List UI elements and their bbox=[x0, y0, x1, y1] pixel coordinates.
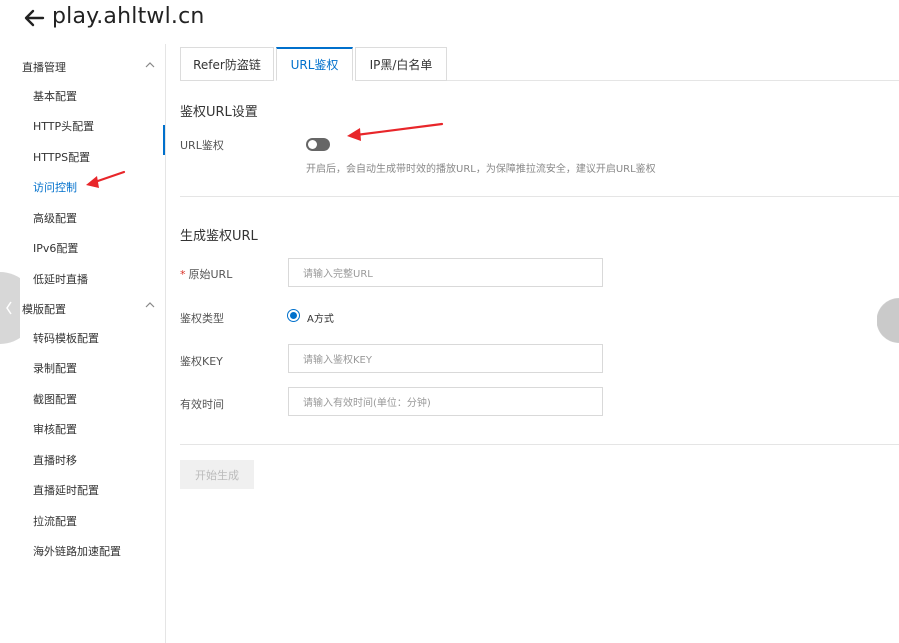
required-mark: * bbox=[180, 268, 186, 281]
page-header: play.ahltwl.cn bbox=[0, 0, 899, 44]
auth-key-label: 鉴权KEY bbox=[180, 355, 223, 368]
tab-url-auth[interactable]: URL鉴权 bbox=[276, 47, 353, 81]
url-auth-hint: 开启后，会自动生成带时效的播放URL，为保障推拉流安全，建议开启URL鉴权 bbox=[306, 164, 656, 175]
sidebar-item-https-config[interactable]: HTTPS配置 bbox=[33, 149, 90, 165]
sidebar-item-basic-config[interactable]: 基本配置 bbox=[33, 88, 77, 104]
url-auth-label: URL鉴权 bbox=[180, 139, 224, 152]
tab-ip-blacklist-whitelist[interactable]: IP黑/白名单 bbox=[355, 47, 447, 81]
original-url-label-text: 原始URL bbox=[188, 268, 233, 281]
annotation-arrow-icon bbox=[347, 122, 444, 141]
sidebar-item-overseas-acceleration[interactable]: 海外链路加速配置 bbox=[33, 543, 121, 559]
chevron-up-icon[interactable] bbox=[145, 300, 155, 310]
toggle-knob bbox=[308, 140, 317, 149]
chevron-up-icon[interactable] bbox=[145, 60, 155, 70]
sidebar-item-delay-config[interactable]: 直播延时配置 bbox=[33, 482, 99, 498]
sidebar-group-template-config[interactable]: 模版配置 bbox=[22, 301, 66, 317]
sidebar-item-ipv6-config[interactable]: IPv6配置 bbox=[33, 240, 78, 256]
valid-time-input[interactable]: 请输入有效时间(单位：分钟) bbox=[288, 387, 603, 416]
scroll-right-handle[interactable] bbox=[877, 298, 899, 343]
section-divider bbox=[180, 196, 899, 197]
sidebar-group-live-management[interactable]: 直播管理 bbox=[22, 59, 66, 75]
auth-type-a-label[interactable]: A方式 bbox=[307, 310, 334, 325]
sidebar-item-access-control[interactable]: 访问控制 bbox=[33, 179, 77, 195]
sidebar-item-time-shift[interactable]: 直播时移 bbox=[33, 452, 77, 468]
sidebar: 直播管理 基本配置 HTTP头配置 HTTPS配置 访问控制 高级配置 IPv6… bbox=[0, 44, 166, 643]
original-url-input[interactable]: 请输入完整URL bbox=[288, 258, 603, 287]
sidebar-item-transcode-template[interactable]: 转码模板配置 bbox=[33, 330, 99, 346]
generate-url-title: 生成鉴权URL bbox=[180, 229, 258, 244]
auth-type-label: 鉴权类型 bbox=[180, 312, 224, 325]
scroll-left-handle[interactable] bbox=[0, 272, 20, 344]
auth-type-a-radio[interactable] bbox=[287, 309, 300, 322]
tab-refer-hotlink[interactable]: Refer防盗链 bbox=[180, 47, 274, 81]
radio-selected-dot bbox=[290, 312, 297, 319]
tab-bar-divider bbox=[447, 80, 899, 81]
sidebar-item-recording-config[interactable]: 录制配置 bbox=[33, 360, 77, 376]
valid-time-label: 有效时间 bbox=[180, 398, 224, 411]
section-divider bbox=[180, 444, 899, 445]
sidebar-item-http-header-config[interactable]: HTTP头配置 bbox=[33, 118, 94, 134]
url-auth-toggle[interactable] bbox=[306, 138, 330, 151]
auth-settings-title: 鉴权URL设置 bbox=[180, 105, 258, 120]
sidebar-item-pull-stream-config[interactable]: 拉流配置 bbox=[33, 513, 77, 529]
domain-title: play.ahltwl.cn bbox=[52, 4, 205, 29]
generate-button[interactable]: 开始生成 bbox=[180, 460, 254, 489]
back-arrow-icon[interactable] bbox=[22, 6, 46, 30]
sidebar-item-low-latency-live[interactable]: 低延时直播 bbox=[33, 271, 88, 287]
sidebar-item-review-config[interactable]: 审核配置 bbox=[33, 421, 77, 437]
auth-key-input[interactable]: 请输入鉴权KEY bbox=[288, 344, 603, 373]
annotation-arrow-icon bbox=[86, 170, 126, 188]
sidebar-active-indicator bbox=[163, 125, 165, 155]
original-url-label: * 原始URL bbox=[180, 266, 232, 282]
sidebar-item-advanced-config[interactable]: 高级配置 bbox=[33, 210, 77, 226]
sidebar-item-screenshot-config[interactable]: 截图配置 bbox=[33, 391, 77, 407]
